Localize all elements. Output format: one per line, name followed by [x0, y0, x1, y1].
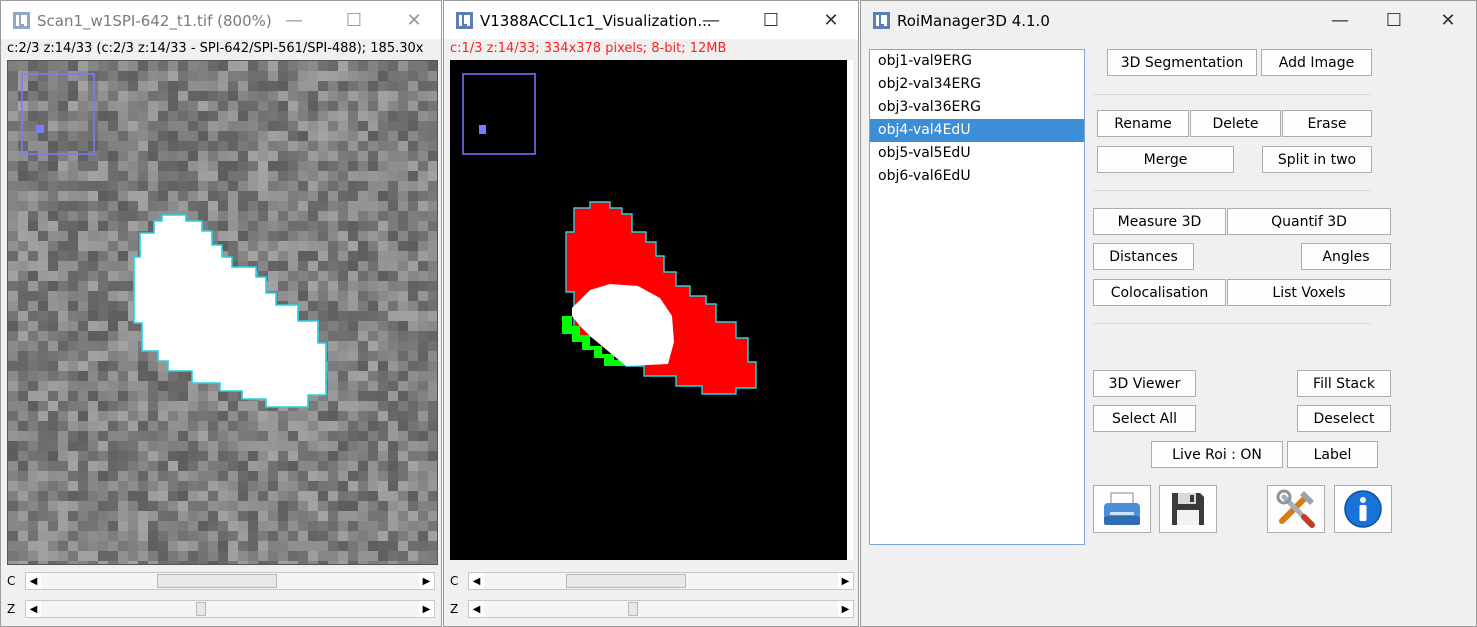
separator [1093, 94, 1371, 95]
erase-button[interactable]: Erase [1282, 110, 1372, 137]
deselect-button[interactable]: Deselect [1297, 405, 1391, 432]
list-item[interactable]: obj1-val9ERG [870, 50, 1084, 73]
maximize-button[interactable]: ☐ [331, 1, 377, 39]
title-bar[interactable]: V1388ACCL1c1_Visualization... — ☐ ✕ [444, 1, 858, 39]
tools-button[interactable] [1267, 485, 1325, 533]
rename-button[interactable]: Rename [1097, 110, 1189, 137]
minimize-button[interactable]: — [1317, 1, 1363, 39]
scroll-right-arrow[interactable]: ▶ [419, 601, 434, 617]
channel-scrollbar[interactable]: ◀ ▶ [25, 572, 435, 590]
roimanager3d-window: RoiManager3D 4.1.0 — ☐ ✕ obj1-val9ERG obj… [860, 0, 1477, 627]
info-icon [1344, 490, 1382, 528]
scrollbar-thumb[interactable] [565, 574, 686, 588]
save-icon [1172, 493, 1204, 525]
merge-button[interactable]: Merge [1097, 146, 1234, 173]
scrollbar-thumb[interactable] [195, 602, 206, 616]
scroll-left-arrow[interactable]: ◀ [26, 573, 41, 589]
minimize-button[interactable]: — [271, 1, 317, 39]
print-button[interactable] [1093, 485, 1151, 533]
channel-label: C [450, 574, 459, 588]
separator [1093, 323, 1371, 324]
list-item[interactable]: obj5-val5EdU [870, 142, 1084, 165]
list-item[interactable]: obj2-val34ERG [870, 73, 1084, 96]
thumbnail-view-marker [479, 125, 486, 134]
window-title: Scan1_w1SPI-642_t1.tif (800%) [37, 12, 272, 30]
close-button[interactable]: ✕ [391, 1, 437, 39]
maximize-button[interactable]: ☐ [1371, 1, 1417, 39]
select-all-button[interactable]: Select All [1093, 405, 1196, 432]
quantif-3d-button[interactable]: Quantif 3D [1227, 208, 1391, 235]
info-button[interactable] [1334, 485, 1392, 533]
title-bar[interactable]: RoiManager3D 4.1.0 — ☐ ✕ [861, 1, 1476, 39]
list-item[interactable]: obj6-val6EdU [870, 165, 1084, 188]
scroll-right-arrow[interactable]: ▶ [838, 573, 853, 589]
close-button[interactable]: ✕ [808, 1, 854, 39]
thumbnail-view-marker [36, 125, 44, 133]
colocalisation-button[interactable]: Colocalisation [1093, 279, 1226, 306]
scrollbar-thumb[interactable] [157, 574, 278, 588]
scroll-left-arrow[interactable]: ◀ [26, 601, 41, 617]
image-canvas[interactable] [7, 60, 438, 565]
list-item[interactable]: obj4-val4EdU [870, 119, 1084, 142]
scroll-right-arrow[interactable]: ▶ [419, 573, 434, 589]
microscopy-image[interactable] [8, 61, 438, 565]
channel-slider[interactable]: C ◀ ▶ [450, 572, 854, 590]
scroll-left-arrow[interactable]: ◀ [469, 601, 484, 617]
channel-slider[interactable]: C ◀ ▶ [7, 572, 435, 590]
add-image-button[interactable]: Add Image [1261, 49, 1372, 76]
title-bar[interactable]: Scan1_w1SPI-642_t1.tif (800%) — ☐ ✕ [1, 1, 441, 39]
roi-object-list[interactable]: obj1-val9ERG obj2-val34ERG obj3-val36ERG ob… [869, 49, 1085, 545]
save-button[interactable] [1159, 485, 1217, 533]
3d-segmentation-button[interactable]: 3D Segmentation [1107, 49, 1257, 76]
z-slider[interactable]: Z ◀ ▶ [7, 600, 435, 618]
thumbnail-navigator-box [462, 73, 536, 155]
z-scrollbar[interactable]: ◀ ▶ [468, 600, 854, 618]
delete-button[interactable]: Delete [1190, 110, 1281, 137]
z-label: Z [450, 602, 459, 616]
tools-icon [1276, 489, 1315, 528]
label-button[interactable]: Label [1287, 441, 1378, 468]
label-visualization-image[interactable] [450, 60, 847, 560]
image-info-text: c:1/3 z:14/33; 334x378 pixels; 8-bit; 12… [450, 41, 727, 56]
close-button[interactable]: ✕ [1425, 1, 1471, 39]
3d-viewer-button[interactable]: 3D Viewer [1093, 370, 1196, 397]
image-window-visualization: V1388ACCL1c1_Visualization... — ☐ ✕ c:1/… [443, 0, 859, 627]
minimize-button[interactable]: — [688, 1, 734, 39]
imagej-app-icon [13, 12, 30, 29]
list-voxels-button[interactable]: List Voxels [1227, 279, 1391, 306]
scrollbar-thumb[interactable] [628, 602, 639, 616]
window-title: RoiManager3D 4.1.0 [897, 12, 1050, 30]
list-item[interactable]: obj3-val36ERG [870, 96, 1084, 119]
channel-scrollbar[interactable]: ◀ ▶ [468, 572, 854, 590]
live-roi-toggle-button[interactable]: Live Roi : ON [1151, 441, 1283, 468]
imagej-app-icon [456, 12, 473, 29]
angles-button[interactable]: Angles [1301, 243, 1391, 270]
separator [1093, 190, 1371, 191]
scroll-left-arrow[interactable]: ◀ [469, 573, 484, 589]
split-in-two-button[interactable]: Split in two [1262, 146, 1372, 173]
printer-icon [1104, 492, 1140, 525]
z-label: Z [7, 602, 16, 616]
fill-stack-button[interactable]: Fill Stack [1297, 370, 1391, 397]
maximize-button[interactable]: ☐ [748, 1, 794, 39]
z-slider[interactable]: Z ◀ ▶ [450, 600, 854, 618]
imagej-app-icon [873, 12, 890, 29]
image-canvas[interactable] [450, 60, 853, 560]
channel-label: C [7, 574, 16, 588]
image-info-text: c:2/3 z:14/33 (c:2/3 z:14/33 - SPI-642/S… [7, 41, 424, 56]
scroll-right-arrow[interactable]: ▶ [838, 601, 853, 617]
image-window-scan1: Scan1_w1SPI-642_t1.tif (800%) — ☐ ✕ c:2/… [0, 0, 442, 627]
z-scrollbar[interactable]: ◀ ▶ [25, 600, 435, 618]
window-title: V1388ACCL1c1_Visualization... [480, 12, 712, 30]
measure-3d-button[interactable]: Measure 3D [1093, 208, 1226, 235]
distances-button[interactable]: Distances [1093, 243, 1194, 270]
